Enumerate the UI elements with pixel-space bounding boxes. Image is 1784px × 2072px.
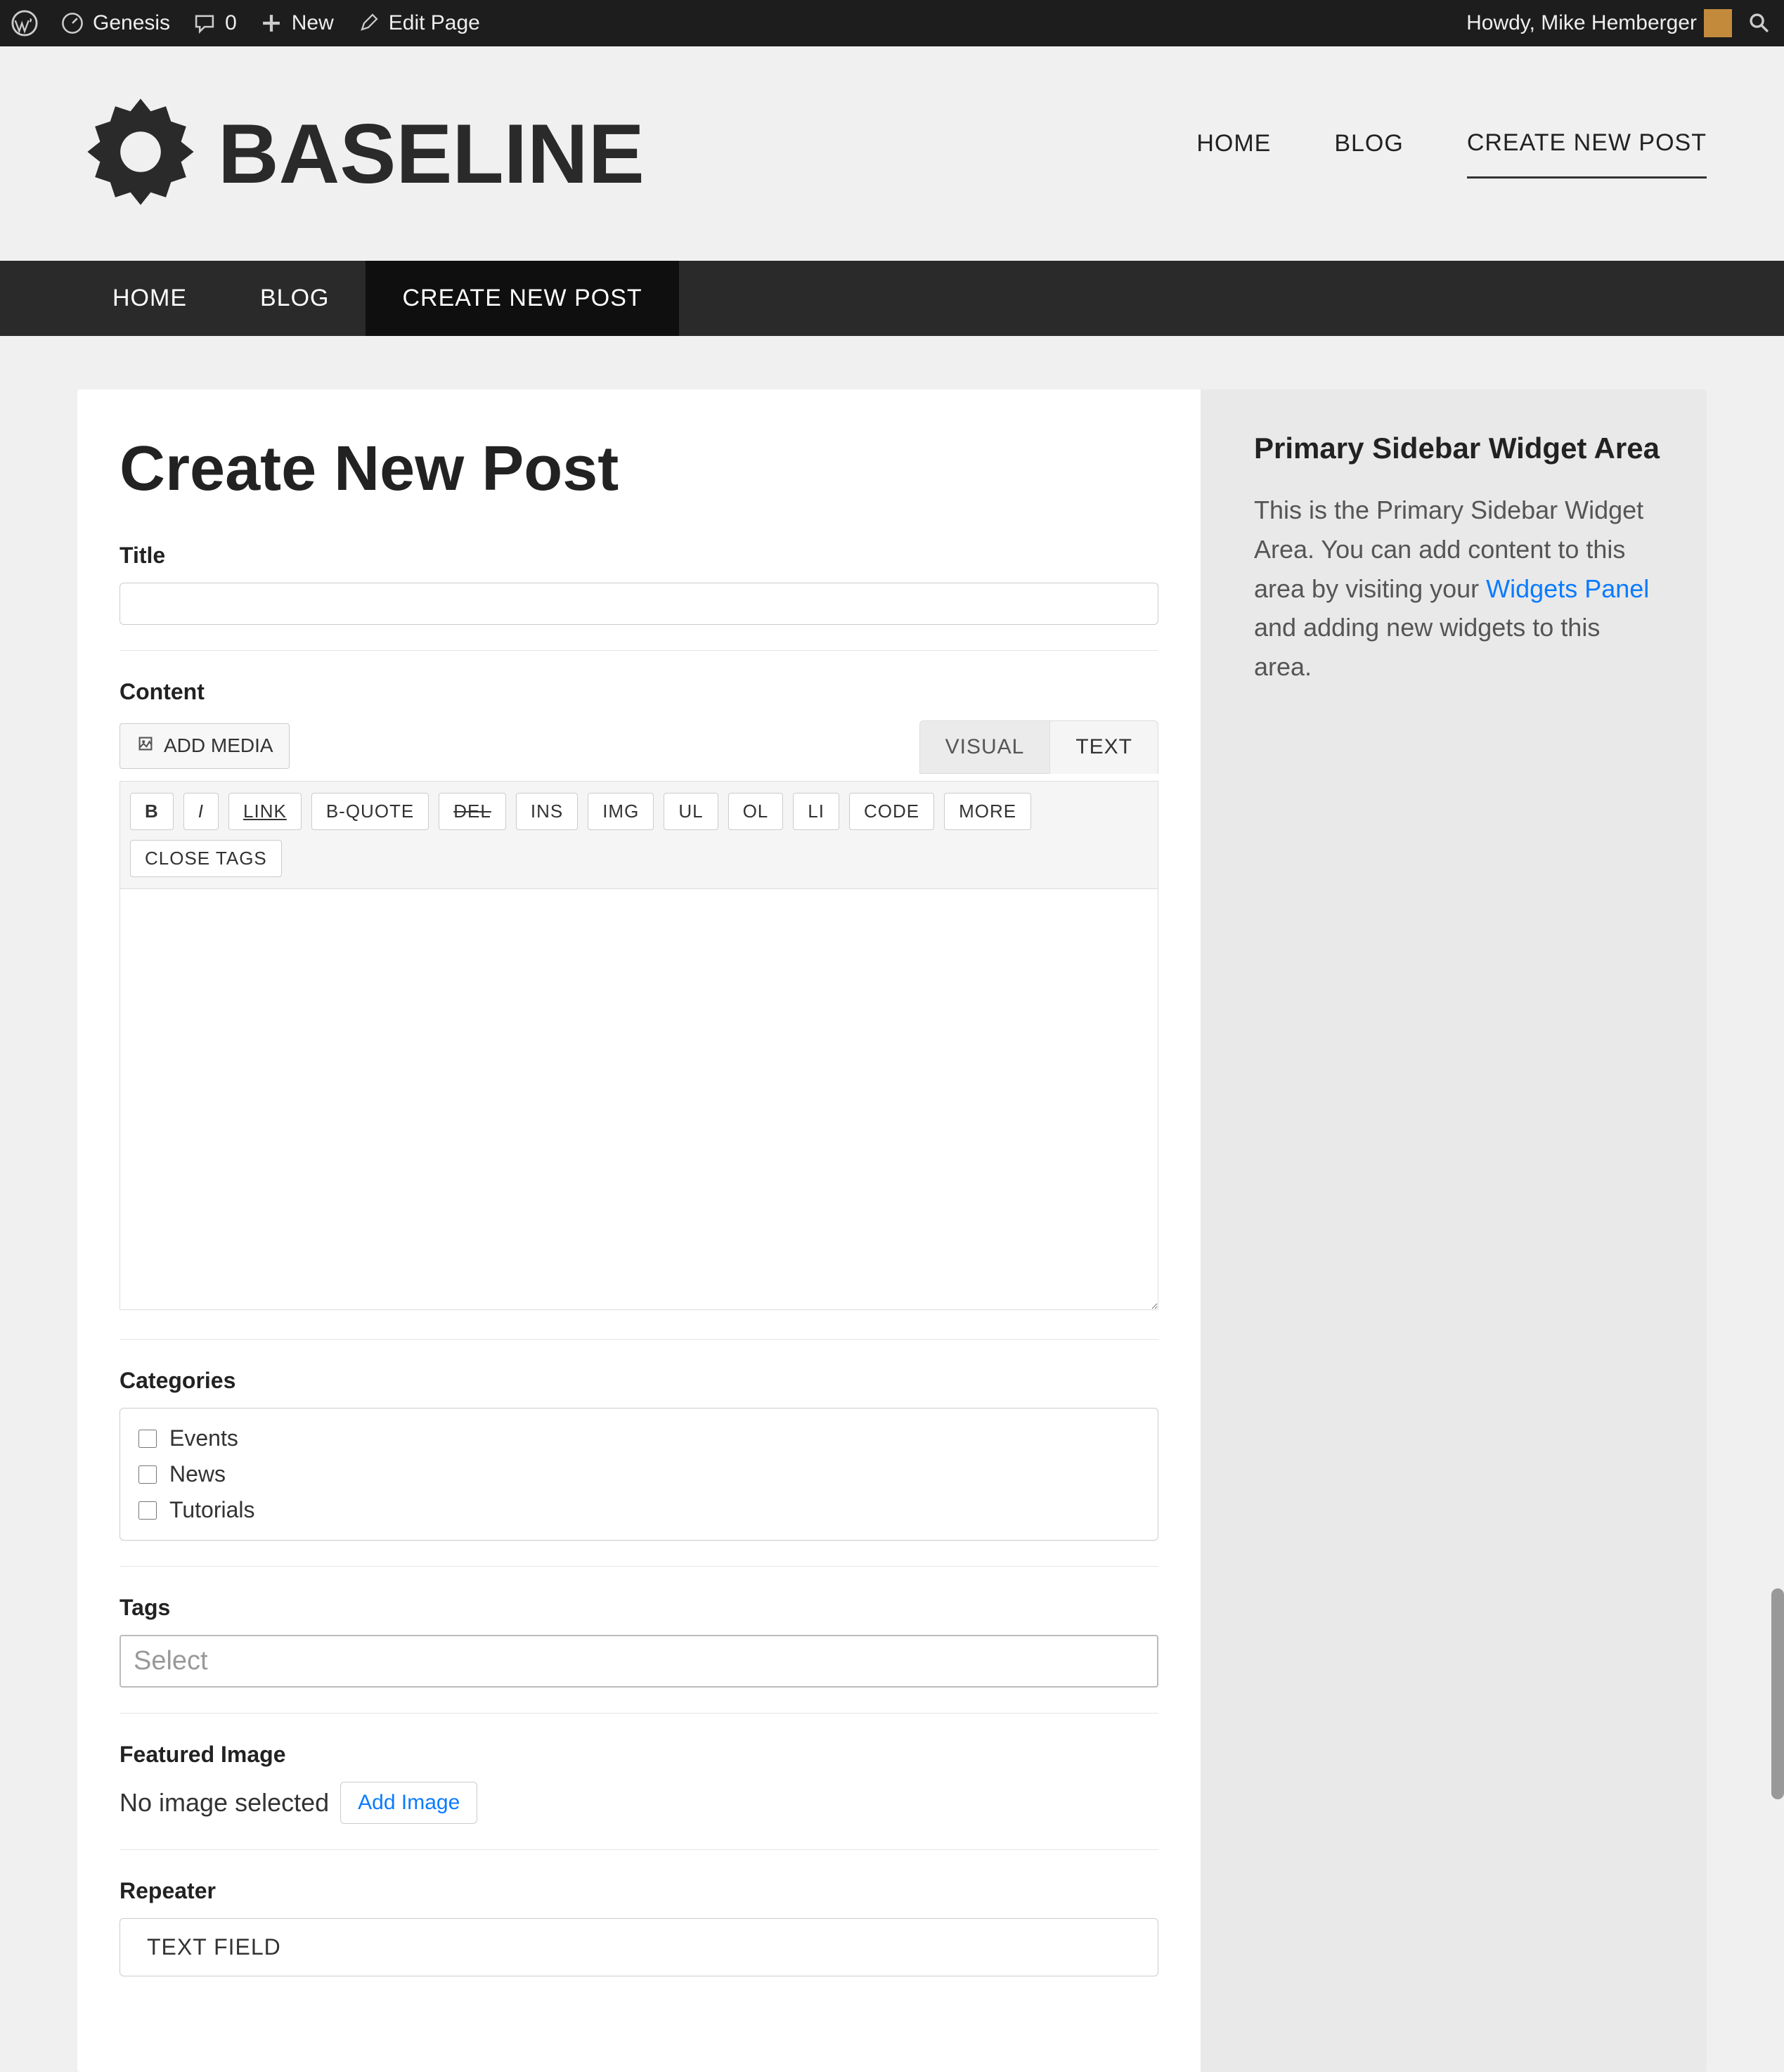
nav-create-new-post[interactable]: CREATE NEW POST [1467, 129, 1707, 179]
add-image-button[interactable]: Add Image [340, 1782, 477, 1824]
qt-img[interactable]: IMG [588, 793, 654, 830]
tags-label: Tags [119, 1595, 1158, 1621]
edit-page-menu[interactable]: Edit Page [355, 10, 480, 37]
quicktags-toolbar: B I LINK B-QUOTE DEL INS IMG UL OL LI CO… [119, 781, 1158, 888]
title-label: Title [119, 543, 1158, 569]
avatar [1704, 9, 1732, 37]
add-media-button[interactable]: ADD MEDIA [119, 723, 290, 769]
repeater-text: TEXT FIELD [147, 1934, 281, 1960]
field-tags: Tags Select [119, 1595, 1158, 1714]
editor-tabs: VISUAL TEXT [919, 720, 1158, 774]
nav2-blog[interactable]: BLOG [224, 261, 366, 336]
category-label: Events [169, 1425, 238, 1451]
search-toggle[interactable] [1746, 10, 1773, 37]
field-title: Title [119, 543, 1158, 651]
title-input[interactable] [119, 583, 1158, 625]
add-media-text: ADD MEDIA [164, 734, 273, 757]
editor: ADD MEDIA VISUAL TEXT B I LINK B-QUOTE D… [119, 719, 1158, 1314]
qt-link[interactable]: LINK [228, 793, 302, 830]
plus-icon [258, 10, 285, 37]
new-label: New [292, 11, 334, 35]
pencil-icon [355, 10, 382, 37]
qt-code[interactable]: CODE [849, 793, 934, 830]
qt-bquote[interactable]: B-QUOTE [311, 793, 429, 830]
editor-topbar: ADD MEDIA VISUAL TEXT [119, 719, 1158, 772]
category-tutorials[interactable]: Tutorials [138, 1497, 1139, 1523]
gear-icon [77, 89, 204, 219]
tab-text[interactable]: TEXT [1049, 720, 1158, 774]
qt-italic[interactable]: I [183, 793, 219, 830]
qt-close[interactable]: CLOSE TAGS [130, 840, 282, 877]
comments-menu[interactable]: 0 [191, 10, 237, 37]
content-label: Content [119, 679, 1158, 705]
comments-count: 0 [225, 11, 237, 35]
new-content-menu[interactable]: New [258, 10, 334, 37]
no-image-text: No image selected [119, 1788, 329, 1818]
category-news[interactable]: News [138, 1461, 1139, 1487]
sidebar-title: Primary Sidebar Widget Area [1254, 432, 1665, 465]
qt-ol[interactable]: OL [728, 793, 784, 830]
my-account-menu[interactable]: Howdy, Mike Hemberger [1466, 9, 1732, 37]
site-name-label: Genesis [93, 11, 170, 35]
wp-logo-menu[interactable] [11, 10, 38, 37]
wp-admin-bar: Genesis 0 New Edit Page Howdy, Mike Hemb… [0, 0, 1784, 46]
nav-home[interactable]: HOME [1196, 130, 1271, 177]
greeting-text: Howdy, Mike Hemberger [1466, 11, 1697, 35]
nav2-home[interactable]: HOME [77, 261, 224, 336]
repeater-item[interactable]: TEXT FIELD [119, 1918, 1158, 1976]
comment-icon [191, 10, 218, 37]
widgets-panel-link[interactable]: Widgets Panel [1486, 574, 1649, 603]
logo-text: BASELINE [218, 105, 645, 202]
category-events[interactable]: Events [138, 1425, 1139, 1451]
field-repeater: Repeater TEXT FIELD [119, 1878, 1158, 2002]
content-textarea[interactable] [119, 888, 1158, 1310]
repeater-label: Repeater [119, 1878, 1158, 1904]
nav2-create-new-post[interactable]: CREATE NEW POST [366, 261, 678, 336]
scrollbar[interactable] [1771, 1588, 1784, 1799]
search-icon [1746, 10, 1773, 37]
page-title: Create New Post [119, 437, 1158, 500]
qt-more[interactable]: MORE [944, 793, 1031, 830]
category-label: Tutorials [169, 1497, 255, 1523]
tab-visual[interactable]: VISUAL [919, 720, 1050, 774]
site-logo[interactable]: BASELINE [77, 89, 645, 219]
qt-ins[interactable]: INS [516, 793, 578, 830]
field-featured-image: Featured Image No image selected Add Ima… [119, 1742, 1158, 1850]
field-categories: Categories Events News Tutorials [119, 1368, 1158, 1567]
category-label: News [169, 1461, 226, 1487]
field-content: Content ADD MEDIA VISUAL TEXT B [119, 679, 1158, 1340]
main-content: Create New Post Title Content ADD MEDIA [77, 389, 1201, 2072]
nav-primary: HOME BLOG CREATE NEW POST [1196, 129, 1707, 179]
nav-secondary: HOME BLOG CREATE NEW POST [0, 261, 1784, 336]
sidebar-text-2: and adding new widgets to this area. [1254, 613, 1600, 681]
site-name-menu[interactable]: Genesis [59, 10, 170, 37]
featured-image-row: No image selected Add Image [119, 1782, 1158, 1824]
admin-bar-right: Howdy, Mike Hemberger [1466, 9, 1773, 37]
primary-sidebar: Primary Sidebar Widget Area This is the … [1201, 389, 1707, 2072]
media-icon [136, 734, 155, 758]
categories-label: Categories [119, 1368, 1158, 1394]
featured-label: Featured Image [119, 1742, 1158, 1768]
category-news-checkbox[interactable] [138, 1465, 157, 1484]
wordpress-icon [11, 10, 38, 37]
category-tutorials-checkbox[interactable] [138, 1501, 157, 1520]
qt-li[interactable]: LI [793, 793, 839, 830]
nav-blog[interactable]: BLOG [1334, 130, 1403, 177]
sidebar-description: This is the Primary Sidebar Widget Area.… [1254, 491, 1665, 687]
edit-page-label: Edit Page [389, 11, 480, 35]
qt-bold[interactable]: B [130, 793, 174, 830]
categories-list: Events News Tutorials [119, 1408, 1158, 1541]
qt-ul[interactable]: UL [664, 793, 718, 830]
category-events-checkbox[interactable] [138, 1430, 157, 1448]
dashboard-icon [59, 10, 86, 37]
content-wrap: Create New Post Title Content ADD MEDIA [0, 336, 1784, 2072]
tags-select[interactable]: Select [119, 1635, 1158, 1688]
site-header: BASELINE HOME BLOG CREATE NEW POST [0, 46, 1784, 261]
qt-del[interactable]: DEL [439, 793, 506, 830]
admin-bar-left: Genesis 0 New Edit Page [11, 10, 480, 37]
